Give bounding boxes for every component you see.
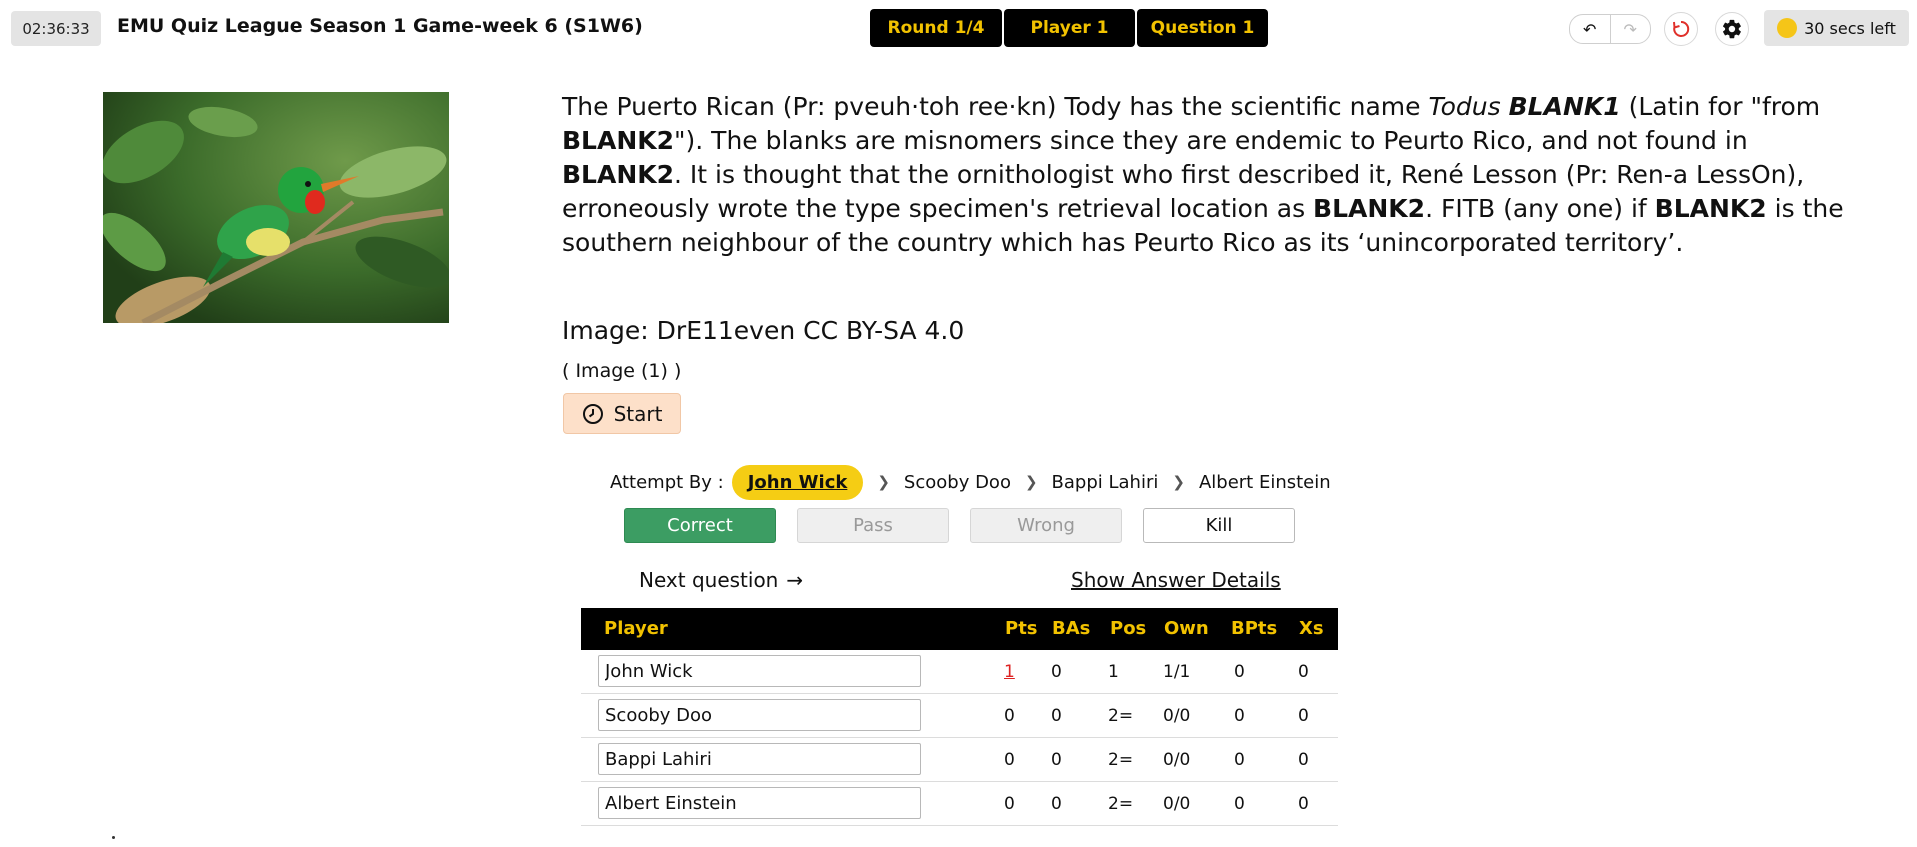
question-text-part: . FITB (any one) if bbox=[1425, 194, 1655, 223]
pos-cell: 2= bbox=[1108, 706, 1134, 726]
start-label: Start bbox=[613, 401, 663, 426]
bpts-cell: 0 bbox=[1234, 750, 1245, 770]
show-answer-link[interactable]: Show Answer Details bbox=[1071, 568, 1281, 592]
bpts-cell: 0 bbox=[1234, 706, 1245, 726]
own-cell: 0/0 bbox=[1163, 750, 1191, 770]
image-reference: ( Image (1) ) bbox=[562, 360, 682, 382]
pass-button[interactable]: Pass bbox=[797, 508, 949, 543]
arrow-right-icon: → bbox=[786, 568, 804, 592]
table-row: 0 0 2= 0/0 0 0 bbox=[581, 694, 1338, 738]
pts-cell: 0 bbox=[1004, 794, 1015, 814]
header-bas: BAs bbox=[1052, 618, 1091, 639]
bas-cell: 0 bbox=[1051, 750, 1062, 770]
xs-cell: 0 bbox=[1298, 706, 1309, 726]
table-row: 0 0 2= 0/0 0 0 bbox=[581, 782, 1338, 826]
table-header: Player Pts BAs Pos Own BPts Xs bbox=[581, 608, 1338, 650]
attempt-player[interactable]: Bappi Lahiri bbox=[1052, 472, 1159, 493]
blank2-label: BLANK2 bbox=[562, 126, 675, 155]
question-text: The Puerto Rican (Pr: pveuh·toh ree·kn) … bbox=[562, 90, 1852, 260]
header-bpts: BPts bbox=[1231, 618, 1278, 639]
correct-button[interactable]: Correct bbox=[624, 508, 776, 543]
chevron-right-icon: ❯ bbox=[1024, 473, 1038, 491]
attempt-player[interactable]: Scooby Doo bbox=[904, 472, 1011, 493]
image-credit: Image: DrE11even CC BY-SA 4.0 bbox=[562, 316, 965, 345]
question-genus: Todus bbox=[1428, 92, 1509, 121]
player-name-input[interactable] bbox=[598, 787, 921, 819]
xs-cell: 0 bbox=[1298, 794, 1309, 814]
wrong-button[interactable]: Wrong bbox=[970, 508, 1122, 543]
xs-cell: 0 bbox=[1298, 750, 1309, 770]
blank2-label: BLANK2 bbox=[1313, 194, 1426, 223]
pts-cell: 0 bbox=[1004, 706, 1015, 726]
undo-redo-group: ↶ ↷ bbox=[1569, 14, 1651, 44]
timer-badge: 30 secs left bbox=[1764, 10, 1909, 46]
bas-cell: 0 bbox=[1051, 794, 1062, 814]
question-image bbox=[103, 92, 449, 323]
gear-icon bbox=[1723, 19, 1741, 39]
blank1-label: BLANK1 bbox=[1508, 92, 1621, 121]
header-pts: Pts bbox=[1005, 618, 1038, 639]
question-nav: Round 1/4 Player 1 Question 1 bbox=[870, 9, 1270, 47]
attempt-player-active[interactable]: John Wick bbox=[731, 464, 864, 500]
settings-button[interactable] bbox=[1715, 12, 1749, 46]
chevron-right-icon: ❯ bbox=[1172, 473, 1185, 491]
next-question-label: Next question bbox=[639, 568, 779, 592]
question-text-part: "). The blanks are misnomers since they … bbox=[674, 126, 1748, 155]
header-xs: Xs bbox=[1299, 618, 1324, 639]
score-table: Player Pts BAs Pos Own BPts Xs 1 0 1 1/1… bbox=[581, 608, 1338, 826]
reset-icon bbox=[1673, 20, 1690, 37]
round-button[interactable]: Round 1/4 bbox=[870, 9, 1002, 47]
player-name-input[interactable] bbox=[598, 743, 921, 775]
attempt-label: Attempt By : bbox=[610, 471, 724, 493]
reset-button[interactable] bbox=[1664, 12, 1698, 46]
undo-icon[interactable]: ↶ bbox=[1570, 15, 1610, 43]
own-cell: 0/0 bbox=[1163, 706, 1191, 726]
player-name-input[interactable] bbox=[598, 699, 921, 731]
redo-icon[interactable]: ↷ bbox=[1609, 15, 1651, 43]
header-pos: Pos bbox=[1110, 618, 1147, 639]
bpts-cell: 0 bbox=[1234, 794, 1245, 814]
timer-dot-icon bbox=[1777, 18, 1798, 38]
own-cell: 1/1 bbox=[1163, 662, 1191, 682]
clock-display: 02:36:33 bbox=[11, 11, 101, 46]
pos-cell: 2= bbox=[1108, 750, 1134, 770]
blank2-label: BLANK2 bbox=[562, 160, 675, 189]
blank2-label: BLANK2 bbox=[1654, 194, 1767, 223]
own-cell: 0/0 bbox=[1163, 794, 1191, 814]
top-bar: 02:36:33 EMU Quiz League Season 1 Game-w… bbox=[0, 0, 1917, 56]
header-player: Player bbox=[604, 618, 668, 639]
table-row: 0 0 2= 0/0 0 0 bbox=[581, 738, 1338, 782]
next-question-link[interactable]: Next question → bbox=[639, 568, 803, 592]
pts-cell: 0 bbox=[1004, 750, 1015, 770]
timer-text: 30 secs left bbox=[1804, 18, 1896, 38]
question-button[interactable]: Question 1 bbox=[1137, 9, 1268, 47]
question-text-part: (Latin for "from bbox=[1620, 92, 1821, 121]
player-button[interactable]: Player 1 bbox=[1004, 9, 1135, 47]
pos-cell: 1 bbox=[1108, 662, 1119, 682]
clock-icon bbox=[582, 403, 603, 424]
answer-actions: Correct Pass Wrong Kill bbox=[624, 508, 1316, 543]
table-row: 1 0 1 1/1 0 0 bbox=[581, 650, 1338, 694]
xs-cell: 0 bbox=[1298, 662, 1309, 682]
question-text-part: The Puerto Rican (Pr: pveuh·toh ree·kn) … bbox=[562, 92, 1429, 121]
pos-cell: 2= bbox=[1108, 794, 1134, 814]
header-own: Own bbox=[1164, 618, 1209, 639]
player-name-input[interactable] bbox=[598, 655, 921, 687]
kill-button[interactable]: Kill bbox=[1143, 508, 1295, 543]
start-button[interactable]: Start bbox=[563, 393, 681, 434]
pts-cell[interactable]: 1 bbox=[1004, 662, 1015, 682]
game-title: EMU Quiz League Season 1 Game-week 6 (S1… bbox=[117, 15, 643, 37]
stray-dot bbox=[112, 836, 115, 839]
bpts-cell: 0 bbox=[1234, 662, 1245, 682]
bas-cell: 0 bbox=[1051, 706, 1062, 726]
attempt-player[interactable]: Albert Einstein bbox=[1199, 472, 1331, 493]
chevron-right-icon: ❯ bbox=[877, 473, 890, 491]
bas-cell: 0 bbox=[1051, 662, 1062, 682]
attempt-by-bar: Attempt By : John Wick ❯ Scooby Doo ❯ Ba… bbox=[610, 462, 1331, 502]
